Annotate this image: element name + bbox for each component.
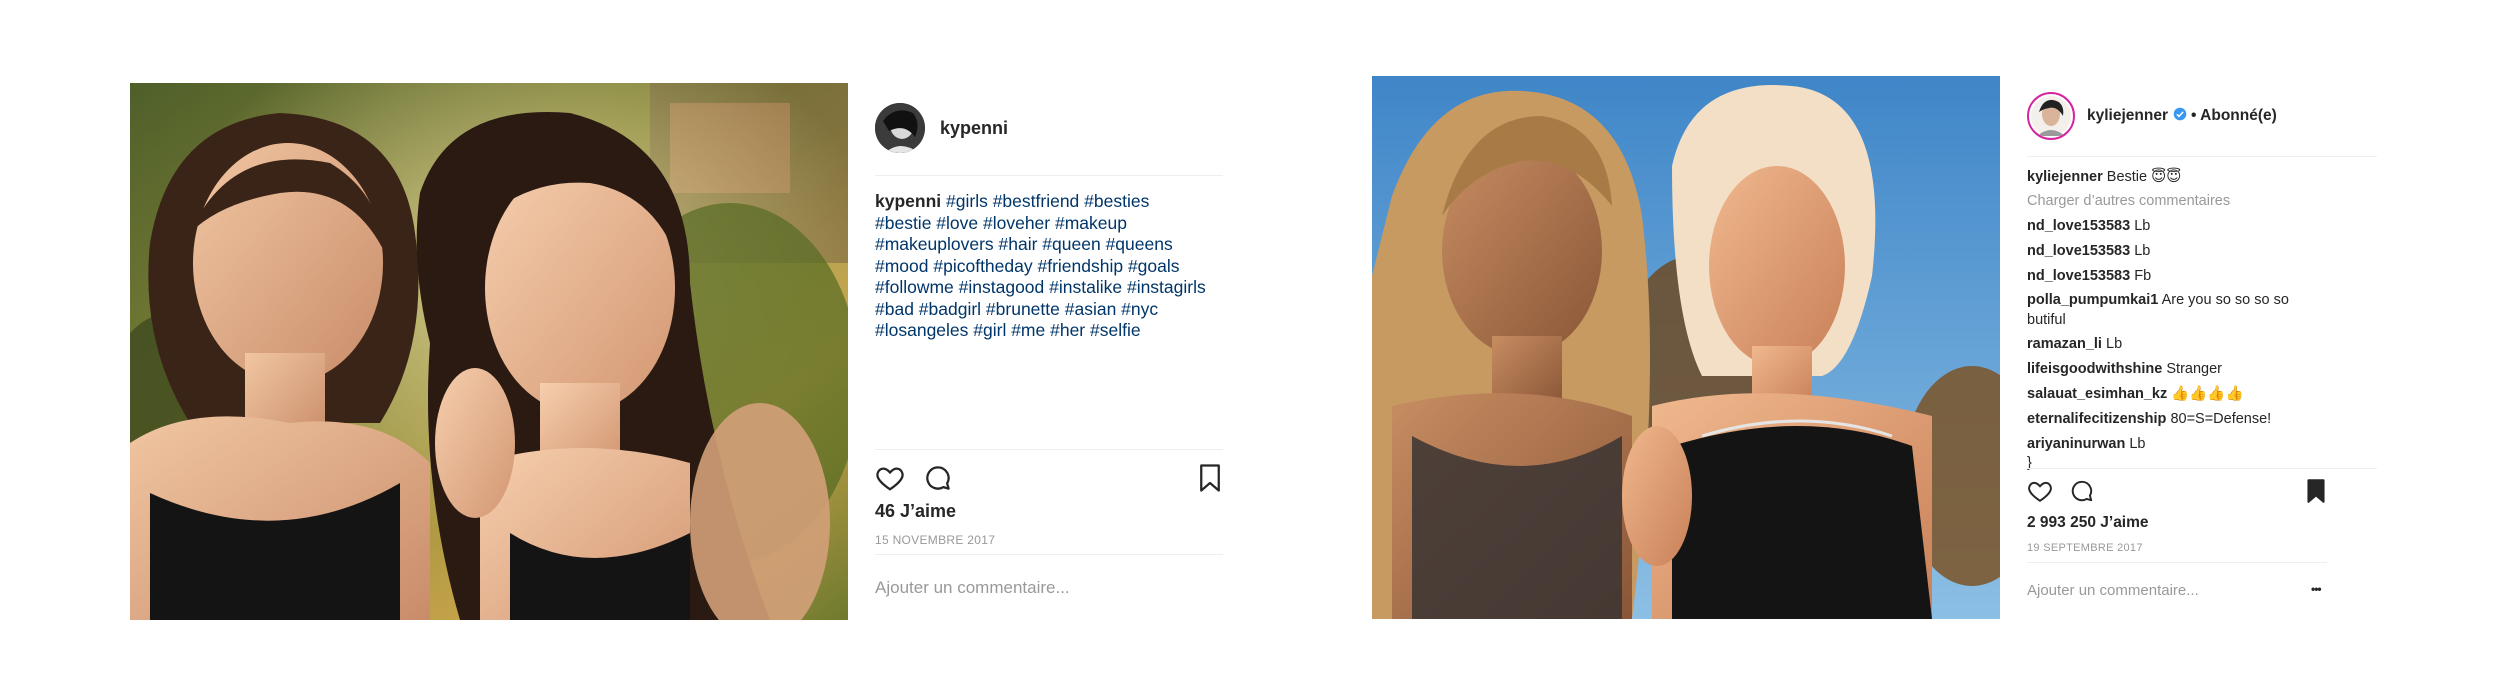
hashtag-line[interactable]: #mood #picoftheday #friendship #goals	[875, 256, 1223, 278]
comment-username[interactable]: polla_pumpumkai1	[2027, 292, 2158, 308]
load-more-comments[interactable]: Charger d’autres commentaires	[2027, 191, 2327, 212]
comment: lifeisgoodwithshine Stranger	[2027, 359, 2327, 380]
username[interactable]: kypenni	[940, 118, 1008, 139]
comment-text: Lb	[2134, 218, 2151, 235]
avatar-icon	[2031, 96, 2071, 136]
divider	[875, 554, 1223, 555]
action-bar	[875, 461, 1223, 495]
comment-icon[interactable]	[923, 463, 953, 493]
bookmark-filled-icon[interactable]	[2305, 478, 2327, 504]
post-kypenni: kypenni kypenni #girls #bestfriend #best…	[130, 83, 1230, 623]
post-details-panel: kypenni kypenni #girls #bestfriend #best…	[875, 83, 1223, 620]
comment-text: 👍👍👍👍	[2171, 386, 2244, 403]
divider	[2027, 156, 2377, 157]
hashtag-line[interactable]: #bad #badgirl #brunette #asian #nyc	[875, 299, 1223, 321]
caption: kyliejenner Bestie 😇😇	[2027, 167, 2327, 188]
follow-status[interactable]: • Abonné(e)	[2191, 107, 2277, 125]
post-details-panel: kyliejenner • Abonné(e) kyliejenner Best…	[2027, 76, 2377, 628]
selfie-photo-two-women	[130, 83, 848, 620]
likes-count[interactable]: 46 J’aime	[875, 501, 956, 522]
comment-username[interactable]: lifeisgoodwithshine	[2027, 361, 2162, 377]
divider	[2027, 562, 2327, 563]
post-photo[interactable]	[1372, 76, 2000, 619]
avatar[interactable]	[2027, 92, 2075, 140]
comment-text: Stranger	[2166, 361, 2222, 378]
post-date: 19 SEPTEMBRE 2017	[2027, 542, 2143, 554]
caption-text: Bestie 😇😇	[2106, 169, 2182, 185]
hashtag-line[interactable]: #bestie #love #loveher #makeup	[875, 213, 1223, 235]
comment-username[interactable]: nd_love153583	[2027, 243, 2130, 259]
more-options-button[interactable]: •••	[2311, 582, 2322, 596]
avatar-icon	[875, 103, 925, 153]
comment: polla_pumpumkai1 Are you so so so so but…	[2027, 291, 2327, 330]
selfie-photo-two-women-blue-sky	[1372, 76, 2000, 619]
hashtag-line[interactable]: #girls #bestfriend #besties	[946, 191, 1149, 211]
comment: ramazan_li Lb	[2027, 334, 2327, 355]
likes-count[interactable]: 2 993 250 J’aime	[2027, 514, 2149, 532]
comment-text: Fb	[2134, 268, 2152, 285]
divider	[875, 449, 1223, 450]
comment-text: Lb	[2129, 436, 2146, 453]
comment: nd_love153583 Fb	[2027, 266, 2327, 287]
comment-username[interactable]: nd_love153583	[2027, 268, 2130, 284]
add-comment-input[interactable]: Ajouter un commentaire...	[875, 578, 1070, 598]
post-header: kypenni	[875, 103, 1008, 153]
caption-username[interactable]: kyliejenner	[2027, 169, 2103, 185]
avatar[interactable]	[875, 103, 925, 153]
caption: kypenni #girls #bestfriend #besties #bes…	[875, 191, 1223, 342]
post-kyliejenner: kyliejenner • Abonné(e) kyliejenner Best…	[1372, 76, 2382, 628]
comment-username[interactable]: nd_love153583	[2027, 218, 2130, 234]
comment: nd_love153583 Lb	[2027, 241, 2327, 262]
comment-text: 80=S=Defense!	[2170, 411, 2272, 428]
username[interactable]: kyliejenner	[2087, 107, 2168, 125]
comment-username[interactable]: ramazan_li	[2027, 336, 2102, 352]
comment: nd_love153583 Lb	[2027, 216, 2327, 237]
comment-text: Lb	[2134, 243, 2151, 260]
divider	[875, 175, 1223, 176]
hashtag-line[interactable]: #makeuplovers #hair #queen #queens	[875, 234, 1223, 256]
comments-list: kyliejenner Bestie 😇😇 Charger d’autres c…	[2027, 167, 2327, 471]
comment-username[interactable]: ariyaninurwan	[2027, 436, 2125, 452]
comment-username[interactable]: eternalifecitizenship	[2027, 411, 2166, 427]
comment-username[interactable]: salauat_esimhan_kz	[2027, 386, 2167, 402]
post-date: 15 NOVEMBRE 2017	[875, 533, 996, 547]
action-bar	[2027, 476, 2327, 506]
comment: eternalifecitizenship 80=S=Defense!	[2027, 409, 2327, 430]
comment-icon[interactable]	[2069, 478, 2095, 504]
comment-text: Lb	[2106, 336, 2123, 353]
verified-badge-icon	[2173, 107, 2187, 126]
divider	[2027, 468, 2377, 469]
hashtag-line[interactable]: #losangeles #girl #me #her #selfie	[875, 320, 1223, 342]
hashtag-line[interactable]: #followme #instagood #instalike #instagi…	[875, 277, 1223, 299]
comment: salauat_esimhan_kz 👍👍👍👍	[2027, 384, 2327, 405]
heart-icon[interactable]	[875, 463, 905, 493]
post-header: kyliejenner • Abonné(e)	[2027, 90, 2277, 142]
comment: ariyaninurwan Lb	[2027, 434, 2327, 455]
post-photo[interactable]	[130, 83, 848, 620]
caption-username[interactable]: kypenni	[875, 191, 941, 211]
bookmark-icon[interactable]	[1197, 463, 1223, 493]
add-comment-input[interactable]: Ajouter un commentaire...	[2027, 582, 2199, 599]
heart-icon[interactable]	[2027, 478, 2053, 504]
